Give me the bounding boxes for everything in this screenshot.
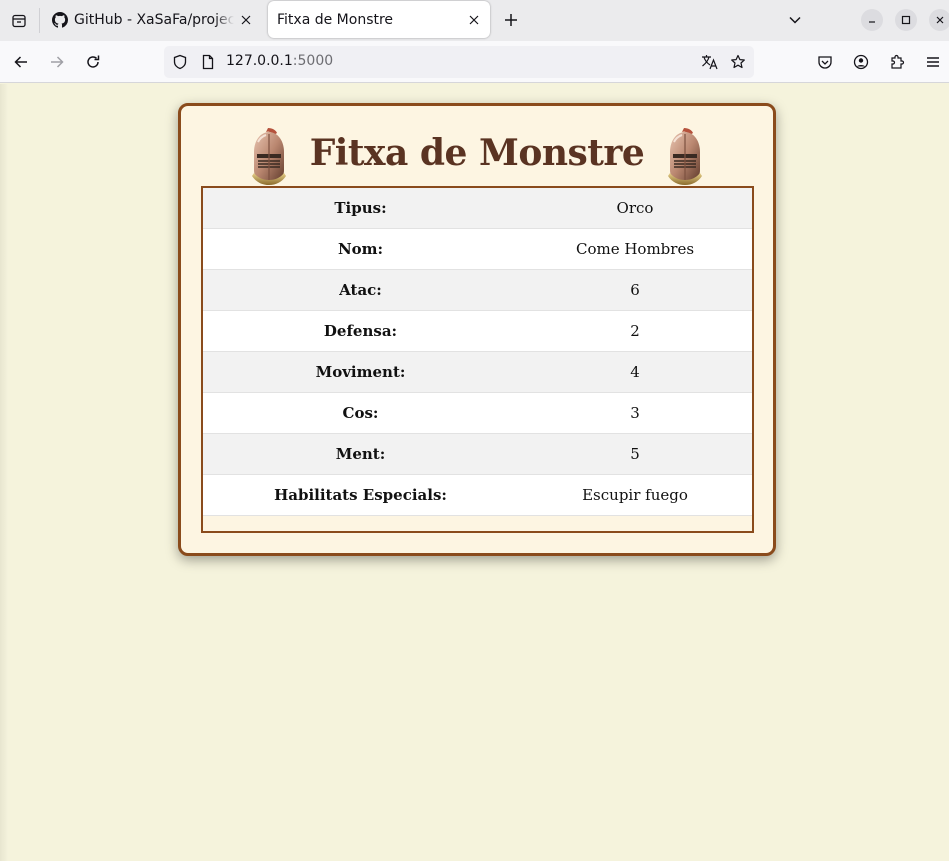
stat-label: Moviment: xyxy=(315,363,406,381)
stat-label: Cos: xyxy=(342,404,379,422)
url-text: 127.0.0.1:5000 xyxy=(226,53,333,69)
star-icon[interactable] xyxy=(730,54,746,70)
translate-icon[interactable] xyxy=(701,54,718,70)
pocket-icon[interactable] xyxy=(813,50,837,74)
stat-value: 3 xyxy=(630,404,640,422)
stat-value: 2 xyxy=(630,322,640,340)
stat-label: Habilitats Especials: xyxy=(274,486,447,504)
extensions-icon[interactable] xyxy=(885,50,909,74)
stat-label: Atac: xyxy=(339,281,382,299)
monster-card: Fitxa de Monstre Tipus: Orco Nom: Come H… xyxy=(178,103,776,556)
menu-icon[interactable] xyxy=(921,50,945,74)
address-bar[interactable]: 127.0.0.1:5000 xyxy=(164,46,754,78)
stat-label: Tipus: xyxy=(334,199,387,217)
account-icon[interactable] xyxy=(849,50,873,74)
knight-helmet-icon xyxy=(662,126,708,186)
table-row: Atac: 6 xyxy=(203,270,752,311)
shield-icon[interactable] xyxy=(172,54,188,70)
navigation-bar: 127.0.0.1:5000 xyxy=(0,41,949,83)
reload-icon[interactable] xyxy=(81,50,105,74)
maximize-icon[interactable] xyxy=(895,9,917,31)
page-icon[interactable] xyxy=(200,54,216,70)
stat-value: Escupir fuego xyxy=(582,486,688,504)
table-row: Defensa: 2 xyxy=(203,311,752,352)
stat-value: 6 xyxy=(630,281,640,299)
table-row: Moviment: 4 xyxy=(203,352,752,393)
stat-label: Ment: xyxy=(335,445,386,463)
table-row: Habilitats Especials: Escupir fuego xyxy=(203,475,752,516)
tab-fitxa-de-monstre[interactable]: Fitxa de Monstre xyxy=(268,1,490,38)
stat-value: Come Hombres xyxy=(575,240,695,258)
stat-label: Defensa: xyxy=(323,322,398,340)
stat-label: Nom: xyxy=(337,240,384,258)
table-row: Tipus: Orco xyxy=(203,188,752,229)
url-host: 127.0.0.1 xyxy=(226,53,293,69)
knight-helmet-icon xyxy=(246,126,292,186)
chevron-down-icon[interactable] xyxy=(783,8,807,32)
tab-title: Fitxa de Monstre xyxy=(277,11,394,28)
stat-value: 5 xyxy=(630,445,640,463)
close-icon[interactable] xyxy=(462,8,486,32)
table-row: Ment: 5 xyxy=(203,434,752,475)
back-icon[interactable] xyxy=(9,50,33,74)
minimize-icon[interactable] xyxy=(861,9,883,31)
tab-bar: GitHub - XaSaFa/projecte Fitxa de Monstr… xyxy=(0,0,949,41)
url-port: :5000 xyxy=(292,53,334,69)
close-window-icon[interactable] xyxy=(929,9,949,31)
forward-icon[interactable] xyxy=(45,50,69,74)
table-row: Cos: 3 xyxy=(203,393,752,434)
stat-value: Orco xyxy=(616,199,654,217)
table-row: Nom: Come Hombres xyxy=(203,229,752,270)
tab-list-icon[interactable] xyxy=(0,0,38,41)
page-content: Fitxa de Monstre Tipus: Orco Nom: Come H… xyxy=(0,84,949,861)
tab-separator xyxy=(39,8,40,33)
stats-table: Tipus: Orco Nom: Come Hombres Atac: 6 De… xyxy=(201,186,754,533)
page-title: Fitxa de Monstre xyxy=(309,132,645,174)
card-header: Fitxa de Monstre xyxy=(181,122,773,188)
github-icon xyxy=(52,11,68,28)
tab-title: GitHub - XaSaFa/projecte xyxy=(74,11,234,28)
tab-github[interactable]: GitHub - XaSaFa/projecte xyxy=(44,1,262,38)
close-icon[interactable] xyxy=(234,8,258,32)
stat-value: 4 xyxy=(630,363,640,381)
plus-icon[interactable] xyxy=(499,8,523,32)
